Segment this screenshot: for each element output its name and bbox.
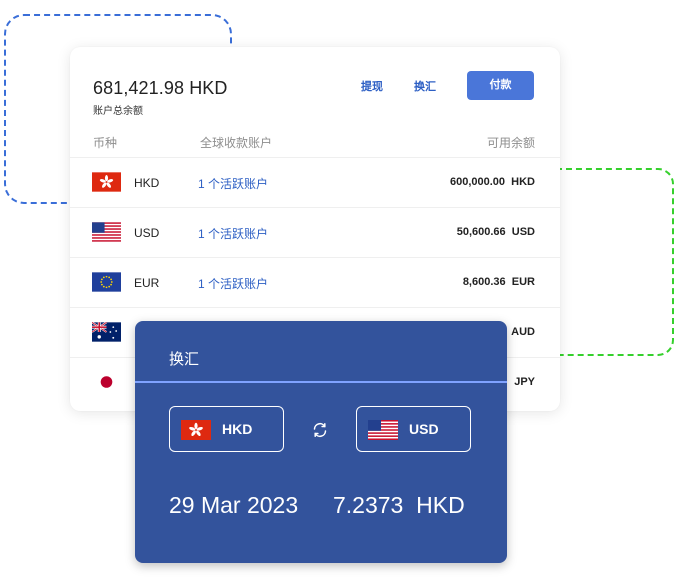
column-header-currency: 币种 [93,136,118,150]
to-currency-selector[interactable]: USD [356,406,471,452]
hong-kong-flag-icon [181,420,211,440]
panel-divider [135,381,507,383]
available-balance: 600,000.00 HKD [449,176,535,188]
column-header-balance: 可用余额 [486,136,535,150]
table-row[interactable]: EUR 1 个活跃账户 8,600.36 EUR [70,257,560,307]
withdraw-button[interactable]: 提现 [361,78,383,94]
us-flag-icon [368,420,398,440]
total-balance-label: 账户总余额 [93,106,143,117]
pay-button[interactable]: 付款 [467,71,534,100]
currency-code: USD [134,226,160,240]
active-accounts-link[interactable]: 1 个活跃账户 [198,225,268,242]
table-row[interactable]: HKD 1 个活跃账户 600,000.00 HKD [70,157,560,207]
currency-code: EUR [134,276,160,290]
to-currency-code: USD [409,421,439,437]
available-balance: 8,600.36 EUR [462,276,535,288]
available-balance: 50,600.66 USD [456,226,535,238]
exchange-button[interactable]: 换汇 [414,78,436,94]
from-currency-code: HKD [222,421,253,437]
column-header-account: 全球收款账户 [200,136,273,150]
exchange-rate-value: 7.2373 HKD [333,492,465,518]
hong-kong-flag-icon [92,172,121,192]
table-row[interactable]: USD 1 个活跃账户 50,600.66 USD [70,207,560,257]
decorative-dashed-frame-green [540,168,674,356]
exchange-panel-title: 换汇 [169,351,200,368]
australia-flag-icon [92,322,121,342]
active-accounts-link[interactable]: 1 个活跃账户 [198,175,268,192]
from-currency-selector[interactable]: HKD [169,406,284,452]
swap-icon[interactable] [311,421,329,439]
eu-flag-icon [92,272,121,292]
available-balance: JPY [514,376,535,388]
total-balance: 681,421.98 HKD [93,78,228,98]
available-balance: AUD [511,326,535,338]
japan-flag-icon [92,372,121,392]
currency-code: HKD [134,176,160,190]
exchange-rate-date: 29 Mar 2023 [169,492,299,518]
currency-exchange-panel: 换汇 HKD USD 29 Mar 2023 7.2373 HKD [135,321,507,563]
active-accounts-link[interactable]: 1 个活跃账户 [198,275,268,292]
us-flag-icon [92,222,121,242]
